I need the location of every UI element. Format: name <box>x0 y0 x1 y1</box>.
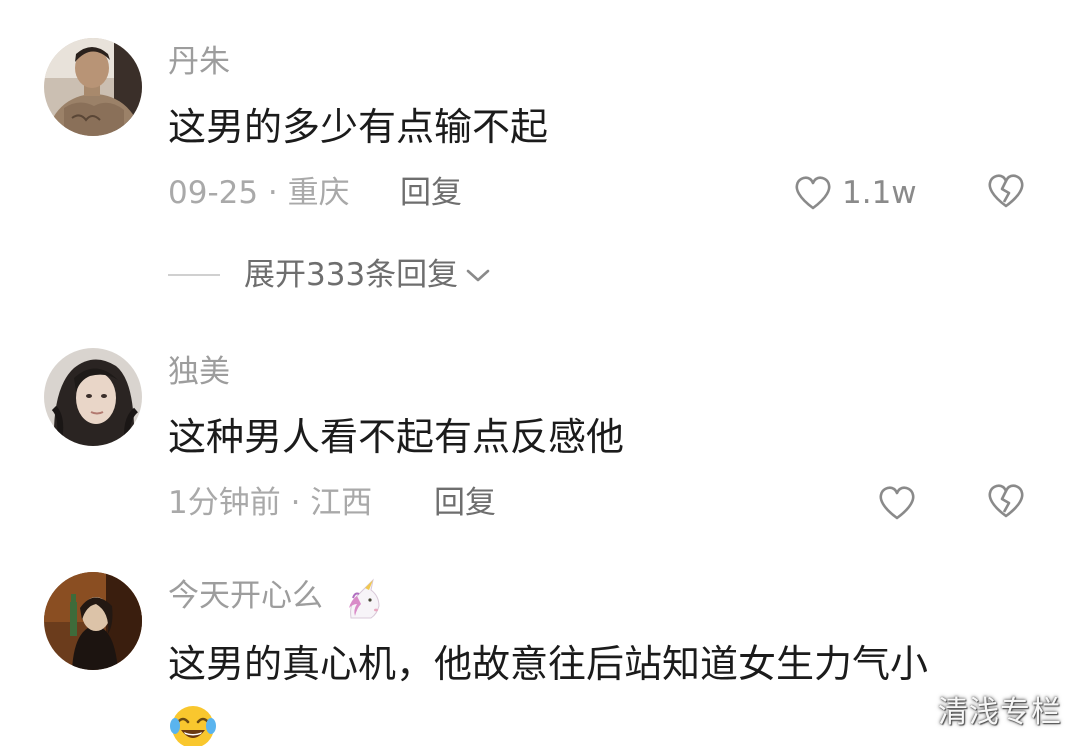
dislike-button[interactable] <box>986 482 1026 522</box>
user-avatar[interactable] <box>44 38 142 136</box>
comment-username-text: 今天开心么 <box>168 578 323 614</box>
broken-heart-icon <box>988 484 1024 518</box>
heart-icon <box>795 176 831 210</box>
user-avatar[interactable] <box>44 348 142 446</box>
like-count: 1.1w <box>842 174 917 211</box>
avatar-photo-man-icon <box>44 38 142 136</box>
comment-username[interactable]: 今天开心么 <box>168 581 323 612</box>
broken-heart-icon <box>988 174 1024 208</box>
avatar-photo-woman-icon <box>44 348 142 446</box>
heart-icon <box>879 486 915 520</box>
comment-text: 这种男人看不起有点反感他 <box>168 415 625 459</box>
comment-username[interactable]: 独美 <box>168 357 230 388</box>
reply-button[interactable]: 回复 <box>434 488 496 519</box>
expand-divider <box>168 274 220 276</box>
expand-replies-button[interactable]: 展开333条回复 <box>168 255 492 295</box>
chevron-down-icon <box>466 269 490 282</box>
comment-username[interactable]: 丹朱 <box>168 47 230 78</box>
expand-replies-label: 展开333条回复 <box>244 256 459 293</box>
crying-laughing-emoji-icon <box>168 700 218 746</box>
unicorn-emoji-icon <box>343 578 385 620</box>
comment-time-location: 1分钟前 · 江西 <box>168 485 373 521</box>
user-avatar[interactable] <box>44 572 142 670</box>
avatar-photo-woman-icon <box>44 572 142 670</box>
watermark: 清浅专栏 <box>938 695 1062 730</box>
comment-list: 丹朱 这男的多少有点输不起 09-25 · 重庆 回复 1.1w 展开333条回… <box>0 0 1080 746</box>
reply-button[interactable]: 回复 <box>400 178 462 209</box>
dislike-button[interactable] <box>986 172 1026 212</box>
comment-time-location: 09-25 · 重庆 <box>168 175 350 211</box>
comment-text: 这男的真心机，他故意往后站知道女生力气小 <box>168 642 929 686</box>
like-button[interactable]: 1.1w <box>794 173 917 213</box>
comment-text: 这男的多少有点输不起 <box>168 105 549 149</box>
like-button[interactable] <box>878 483 916 523</box>
